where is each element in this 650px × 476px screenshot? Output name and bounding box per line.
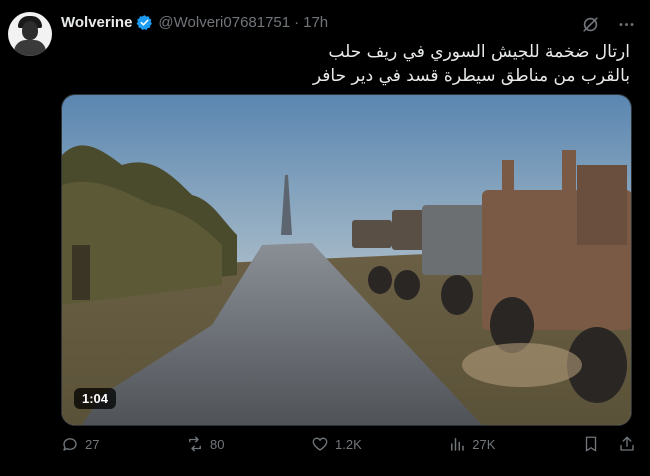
action-bar: 27 80 1.2K 27K	[61, 432, 636, 456]
share-icon[interactable]	[618, 435, 636, 453]
avatar[interactable]	[8, 12, 52, 56]
reply-button[interactable]: 27	[61, 435, 99, 453]
like-button[interactable]: 1.2K	[311, 435, 362, 453]
author-name[interactable]: Wolverine	[61, 14, 132, 31]
heart-icon	[312, 437, 328, 451]
video-player[interactable]: 1:04	[61, 94, 632, 426]
tweet-text: ارتال ضخمة للجيش السوري في ريف حلب بالقر…	[61, 40, 630, 88]
secondary-actions	[582, 435, 636, 453]
reply-count: 27	[85, 436, 100, 452]
tweet-header: Wolverine @Wolveri07681751 · 17h	[61, 14, 328, 31]
views-button[interactable]: 27K	[448, 435, 495, 453]
video-frame	[62, 95, 631, 425]
views-count: 27K	[472, 436, 496, 452]
avatar-face	[22, 21, 38, 40]
verified-badge-icon	[136, 14, 153, 31]
tweet-text-line-1: ارتال ضخمة للجيش السوري في ريف حلب	[328, 42, 630, 62]
repost-count: 80	[210, 436, 225, 452]
tweet-time[interactable]: 17h	[303, 14, 328, 31]
repost-icon	[189, 436, 201, 452]
bookmark-icon[interactable]	[582, 435, 600, 453]
more-options-icon[interactable]	[616, 14, 636, 34]
author-handle[interactable]: @Wolveri07681751	[158, 14, 290, 31]
tweet[interactable]: Wolverine @Wolveri07681751 · 17h ارتال ض…	[0, 0, 650, 476]
analytics-icon	[451, 438, 465, 451]
repost-button[interactable]: 80	[186, 435, 224, 453]
like-count: 1.2K	[335, 436, 362, 452]
grok-icon[interactable]	[580, 14, 600, 34]
header-separator: ·	[294, 14, 300, 31]
avatar-body	[14, 40, 46, 56]
top-icons	[580, 14, 636, 34]
tweet-text-line-2: بالقرب من مناطق سيطرة قسد في دير حافر	[312, 66, 630, 86]
reply-icon	[63, 438, 77, 451]
video-duration: 1:04	[74, 388, 117, 409]
